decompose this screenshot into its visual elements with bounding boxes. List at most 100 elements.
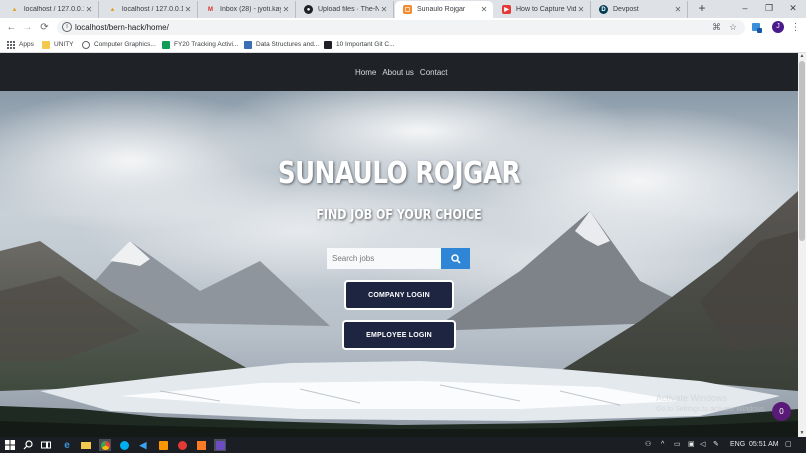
- url-text[interactable]: localhost/bern-hack/home/: [75, 20, 169, 35]
- close-window-button[interactable]: ✕: [781, 0, 805, 18]
- nav-links: Home About us Contact: [355, 53, 448, 91]
- menu-kebab-icon[interactable]: ⋮: [788, 20, 803, 35]
- tab-title: Upload files · The-Nigh: [318, 6, 379, 13]
- profile-avatar[interactable]: J: [772, 21, 784, 33]
- close-icon[interactable]: ✕: [281, 5, 291, 14]
- devpost-icon: D: [599, 5, 608, 14]
- tab-strip: ▲ localhost / 127.0.0.1 / b ✕ ▲ localhos…: [0, 0, 806, 18]
- windows-start-icon[interactable]: [4, 439, 16, 451]
- employee-login-button[interactable]: EMPLOYEE LOGIN: [342, 320, 456, 350]
- pen-icon[interactable]: ✎: [713, 437, 719, 453]
- bookmark-fy20-tracking[interactable]: FY20 Tracking Activi...: [162, 37, 238, 52]
- gmail-icon: M: [208, 6, 213, 13]
- media-player-icon[interactable]: [176, 439, 188, 451]
- bookmark-git-commands[interactable]: 10 Important Git C...: [324, 37, 395, 52]
- bookmark-label: Data Structures and...: [256, 41, 320, 48]
- file-explorer-icon[interactable]: [80, 439, 92, 451]
- tab-github[interactable]: ● Upload files · The-Nigh ✕: [296, 1, 394, 18]
- chrome-icon[interactable]: [99, 439, 111, 451]
- edge-icon[interactable]: e: [61, 439, 73, 451]
- activate-windows-watermark: Activate Windows Go to Settings to activ…: [656, 393, 767, 415]
- scroll-thumb[interactable]: [799, 61, 805, 241]
- scroll-up-icon[interactable]: ▲: [798, 53, 806, 60]
- folder-icon: [42, 40, 50, 49]
- xampp-icon[interactable]: [195, 439, 207, 451]
- address-bar[interactable]: i localhost/bern-hack/home/ ⌘ ☆: [57, 20, 745, 35]
- browser-toolbar: ← → ⟳ i localhost/bern-hack/home/ ⌘ ☆ J …: [0, 18, 806, 37]
- clock[interactable]: 05:51 AM: [749, 437, 779, 453]
- apps-grid-icon: [7, 40, 15, 49]
- phpmyadmin-icon: ▲: [11, 6, 18, 13]
- notification-bubble[interactable]: 0: [772, 402, 791, 421]
- close-icon[interactable]: ✕: [379, 5, 389, 14]
- tab-gmail[interactable]: M Inbox (28) - jyoti.kayas ✕: [198, 1, 296, 18]
- tray-chevron-icon[interactable]: ^: [661, 437, 664, 453]
- volume-icon[interactable]: ◁: [700, 437, 705, 453]
- bookmark-computer-graphics[interactable]: Computer Graphics...: [82, 37, 156, 52]
- scroll-down-icon[interactable]: ▼: [798, 430, 806, 437]
- minimize-button[interactable]: –: [733, 0, 757, 18]
- network-icon[interactable]: ▣: [688, 437, 695, 453]
- watermark-title: Activate Windows: [656, 393, 728, 403]
- job-search-input[interactable]: [327, 248, 441, 269]
- tab-phpmyadmin-1[interactable]: ▲ localhost / 127.0.0.1 / b ✕: [2, 1, 99, 18]
- back-arrow-icon[interactable]: ←: [4, 20, 19, 35]
- nav-contact-link[interactable]: Contact: [420, 68, 448, 77]
- notification-center-icon[interactable]: ▢: [785, 437, 792, 453]
- page-scrollbar[interactable]: ▲ ▼: [798, 53, 806, 437]
- search-button[interactable]: [441, 248, 470, 269]
- close-icon[interactable]: ✕: [84, 5, 94, 14]
- language-indicator[interactable]: ENG: [730, 437, 745, 453]
- tab-title: localhost / 127.0.0.1 / b: [24, 6, 84, 13]
- site-navbar: Home About us Contact: [0, 53, 798, 91]
- tab-video-capture[interactable]: ▶ How to Capture Videos ✕: [494, 1, 591, 18]
- page-viewport: Home About us Contact SUNAULO ROJGAR FIN…: [0, 53, 798, 437]
- article-icon: [324, 40, 332, 49]
- close-icon[interactable]: ✕: [673, 5, 683, 14]
- skype-icon[interactable]: [118, 439, 130, 451]
- bookmark-unity[interactable]: UNITY: [42, 37, 74, 52]
- tab-devpost[interactable]: D Devpost ✕: [591, 1, 688, 18]
- github-icon: ●: [304, 5, 313, 14]
- close-icon[interactable]: ✕: [576, 5, 586, 14]
- close-icon[interactable]: ✕: [479, 5, 489, 14]
- tab-phpmyadmin-2[interactable]: ▲ localhost / 127.0.0.1 / b ✕: [100, 1, 198, 18]
- sublime-icon[interactable]: [157, 439, 169, 451]
- people-icon[interactable]: ⚇: [645, 437, 651, 453]
- nav-about-link[interactable]: About us: [382, 68, 414, 77]
- book-icon: [244, 40, 252, 49]
- site-icon: ▢: [403, 5, 412, 14]
- phpmyadmin-icon: ▲: [109, 6, 116, 13]
- translate-icon[interactable]: ⌘: [712, 20, 721, 35]
- battery-icon[interactable]: ▭: [674, 437, 681, 453]
- reload-icon[interactable]: ⟳: [37, 20, 52, 35]
- nav-home-link[interactable]: Home: [355, 68, 376, 77]
- search-icon: [450, 253, 461, 264]
- close-icon[interactable]: ✕: [183, 5, 193, 14]
- company-login-button[interactable]: COMPANY LOGIN: [344, 280, 454, 310]
- info-icon[interactable]: i: [62, 22, 72, 32]
- search-icon[interactable]: [22, 439, 34, 451]
- maximize-button[interactable]: ❐: [757, 0, 781, 18]
- globe-icon: [82, 40, 90, 49]
- star-icon[interactable]: ☆: [729, 20, 737, 35]
- forward-arrow-icon[interactable]: →: [20, 20, 35, 35]
- tab-title: localhost / 127.0.0.1 / b: [122, 6, 183, 13]
- bookmarks-bar: Apps UNITY Computer Graphics... FY20 Tra…: [0, 37, 806, 53]
- task-view-icon[interactable]: [40, 439, 52, 451]
- bookmark-label: 10 Important Git C...: [336, 41, 395, 48]
- bookmark-label: Computer Graphics...: [94, 41, 156, 48]
- watermark-subtitle: Go to Settings to activate Windows.: [656, 406, 767, 413]
- tab-sunaulo-rojgar[interactable]: ▢ Sunaulo Rojgar ✕: [395, 1, 493, 18]
- hero-title: SUNAULO ROJGAR: [277, 156, 521, 191]
- vscode-icon[interactable]: ◀: [137, 439, 149, 451]
- extension-icon[interactable]: [750, 21, 763, 34]
- bookmark-label: Apps: [19, 41, 34, 48]
- bookmark-apps[interactable]: Apps: [7, 37, 34, 52]
- video-icon: ▶: [502, 5, 511, 14]
- job-search-form: [327, 248, 470, 269]
- windows-taskbar: e ◀ ⚇ ^ ▭ ▣ ◁ ✎ ENG 05:51 AM ▢: [0, 437, 806, 453]
- bookmark-data-structures[interactable]: Data Structures and...: [244, 37, 319, 52]
- new-tab-button[interactable]: +: [695, 2, 709, 16]
- screen-recorder-icon[interactable]: [214, 439, 226, 451]
